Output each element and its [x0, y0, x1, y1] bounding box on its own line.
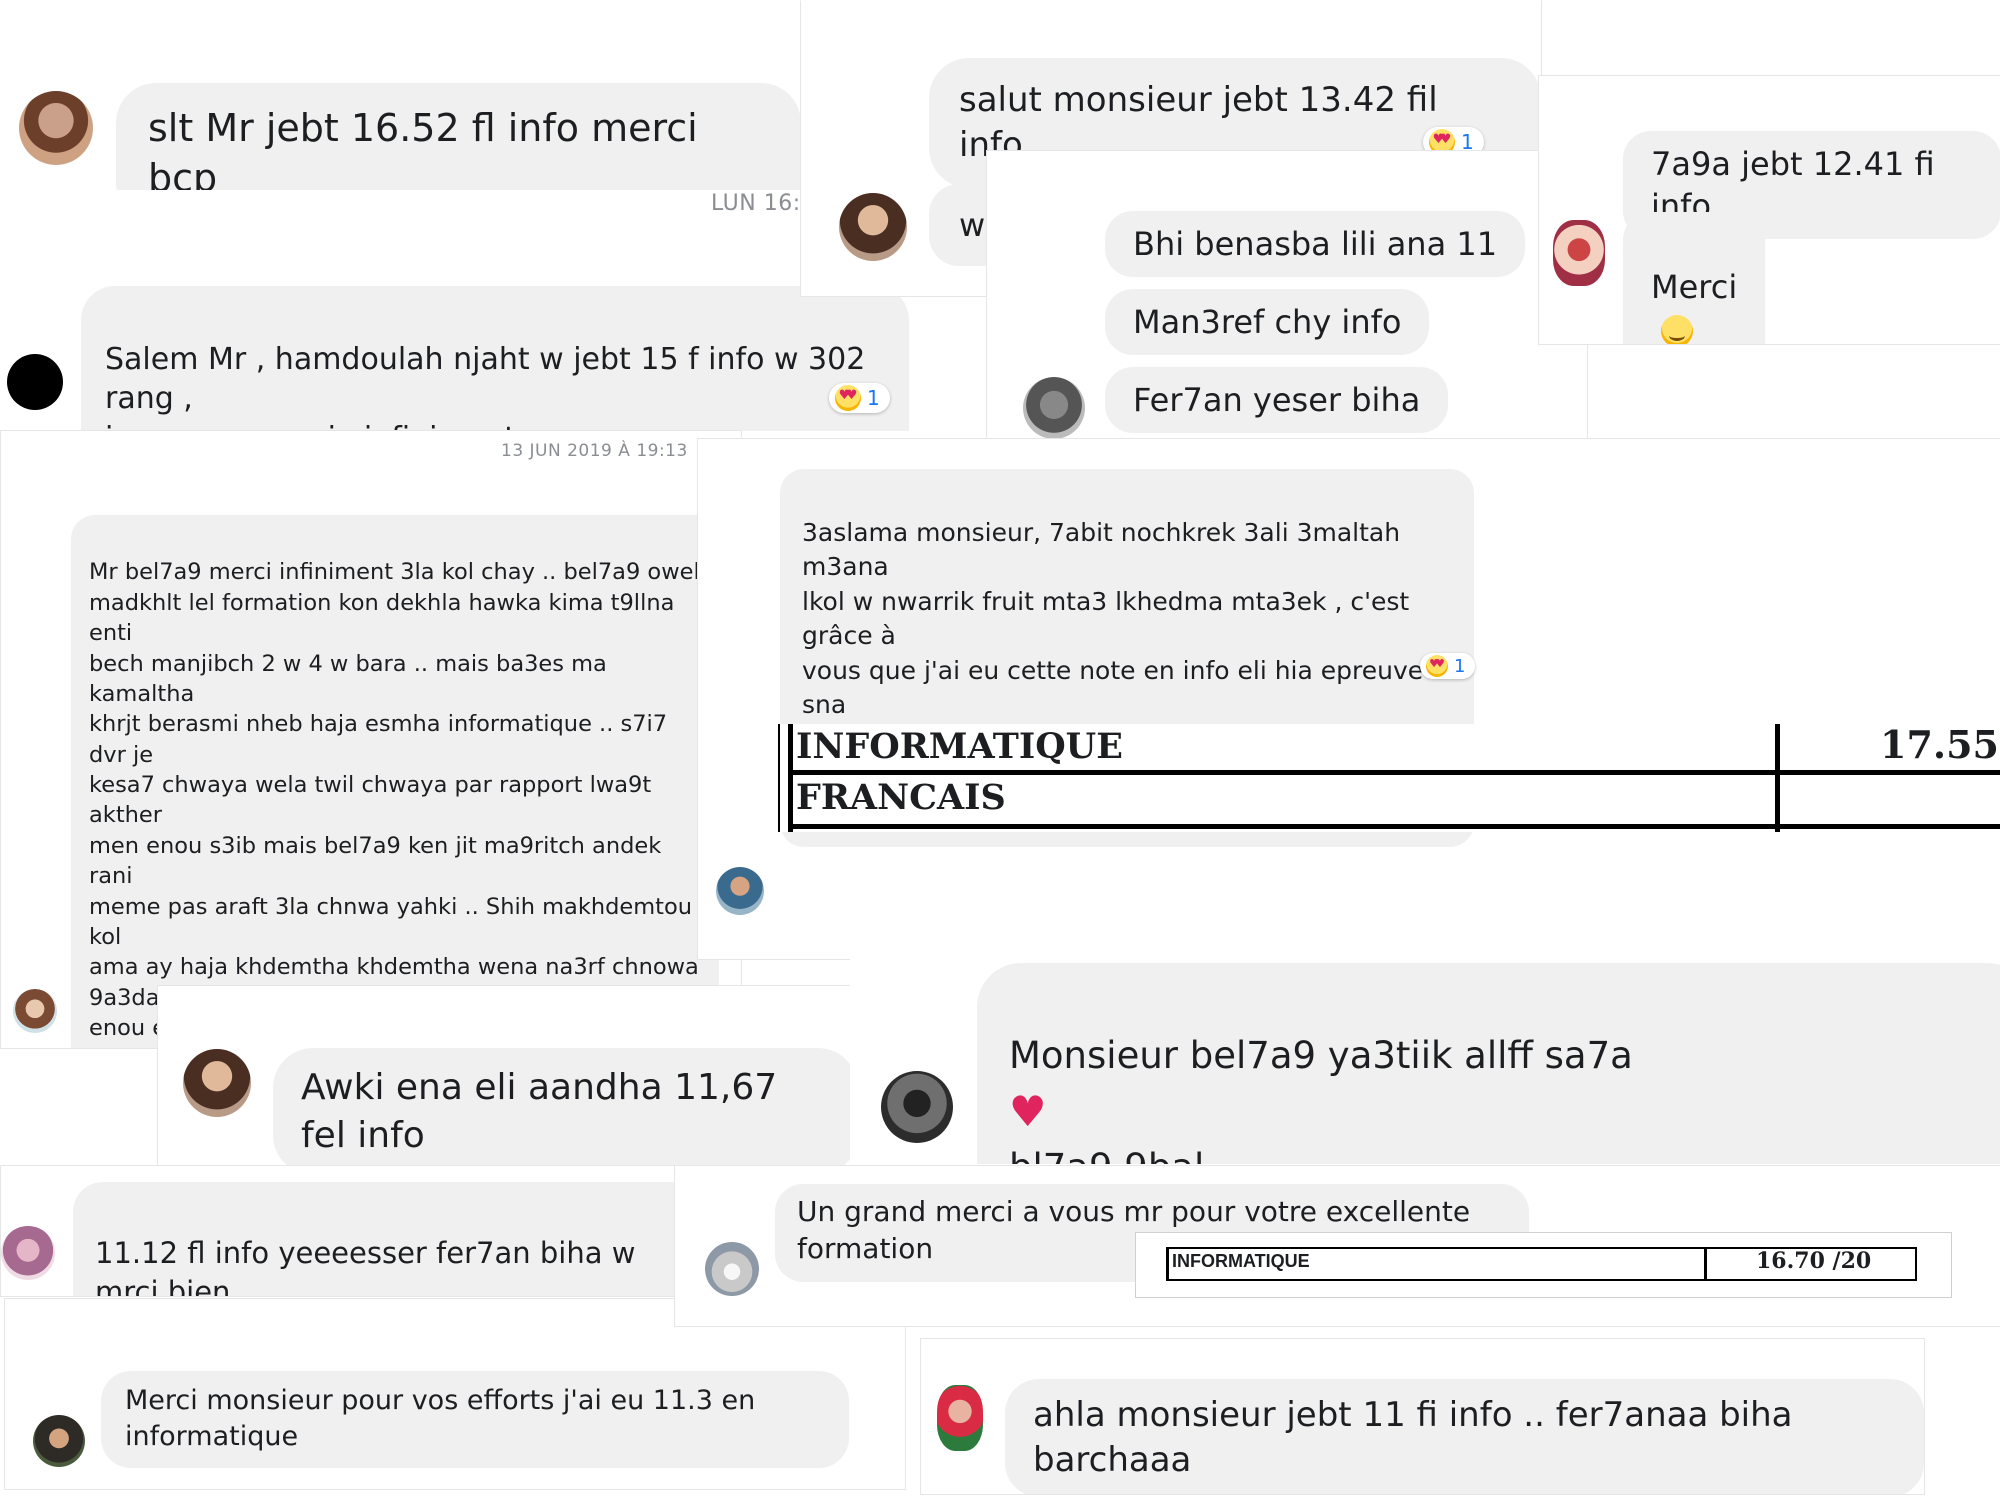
message-card-5: 11.12 fl info yeeeesser fer7an biha w mr…: [0, 1165, 702, 1297]
message-bubble[interactable]: Merci monsieur pour vos efforts j'ai eu …: [101, 1371, 849, 1469]
message-bubble[interactable]: Fer7an yeser biha: [1105, 367, 1449, 434]
message-text: Monsieur bel7a9 ya3tiik allff sa7a: [1009, 1033, 1633, 1077]
heart-icon: ♥: [1009, 1087, 1047, 1137]
grade-table-image[interactable]: INFORMATIQUE 16.70 /20: [1135, 1232, 1952, 1298]
message-card-2: LUN 16:2 Salem Mr , hamdoulah njaht w je…: [0, 190, 922, 432]
message-text: Merci: [1651, 268, 1738, 307]
message-card-11: Monsieur bel7a9 ya3tiik allff sa7a ♥ bl7…: [850, 958, 2000, 1165]
message-card-9: 7a9a jebt 12.41 fi info Merci: [1538, 75, 2000, 345]
sender-avatar[interactable]: [881, 1071, 953, 1143]
reaction-count: 1: [1454, 655, 1466, 677]
message-card-1: slt Mr jebt 16.52 fl info merci bcp: [0, 0, 802, 192]
message-bubble[interactable]: Man3ref chy info: [1105, 289, 1430, 356]
message-bubble[interactable]: Awki ena eli aandha 11,67 fel info: [273, 1048, 858, 1176]
sender-avatar[interactable]: [937, 1385, 983, 1451]
sender-avatar[interactable]: [1, 1226, 55, 1280]
message-card-3: 13 JUN 2019 À 19:13 Mr bel7a9 merci infi…: [0, 430, 742, 1049]
sender-avatar[interactable]: [183, 1049, 251, 1117]
heart-eyes-emoji-icon: [835, 385, 861, 411]
reaction-count: 1: [867, 386, 880, 410]
sender-avatar[interactable]: [7, 354, 63, 410]
message-card-10: 3aslama monsieur, 7abit nochkrek 3ali 3m…: [697, 438, 2000, 960]
message-bubble[interactable]: Mr bel7a9 merci infiniment 3la kol chay …: [71, 515, 719, 1048]
message-bubble[interactable]: ahla monsieur jebt 11 fi info .. fer7ana…: [1005, 1379, 1924, 1494]
message-bubble[interactable]: Monsieur bel7a9 ya3tiik allff sa7a ♥ bl7…: [977, 963, 2000, 1164]
message-text: bl7a9 9bal mana3ml formation kont nulle …: [1009, 1146, 1932, 1164]
message-card-13: ahla monsieur jebt 11 fi info .. fer7ana…: [920, 1338, 1925, 1495]
sender-avatar[interactable]: [716, 867, 764, 915]
grade-subject: INFORMATIQUE: [796, 726, 1123, 767]
table-border: [788, 824, 2000, 829]
message-timestamp: 13 JUN 2019 À 19:13: [501, 441, 688, 461]
sender-avatar[interactable]: [839, 193, 907, 261]
message-card-12: Un grand merci a vous mr pour votre exce…: [674, 1165, 2000, 1327]
sender-avatar[interactable]: [1023, 377, 1085, 439]
message-bubble[interactable]: Bhi benasba lili ana 11: [1105, 211, 1526, 278]
message-bubble[interactable]: 11.12 fl info yeeeesser fer7an biha w mr…: [73, 1182, 701, 1297]
table-border: [1704, 1247, 1707, 1281]
message-text: Salem Mr , hamdoulah njaht w jebt 15 f i…: [105, 341, 866, 431]
sender-avatar[interactable]: [705, 1242, 759, 1296]
grade-row: FRANCAIS: [780, 775, 2000, 824]
message-bubble[interactable]: Merci: [1623, 212, 1766, 344]
grade-subject: FRANCAIS: [796, 777, 1006, 818]
grade-row: INFORMATIQUE 17.55 /: [780, 722, 2000, 770]
grade-subject: INFORMATIQUE: [1172, 1251, 1310, 1271]
smiling-emoji-icon: [1661, 315, 1693, 344]
sender-avatar[interactable]: [33, 1415, 85, 1467]
reaction-badge[interactable]: 1: [1420, 653, 1476, 679]
message-card-4: Awki ena eli aandha 11,67 fel info: [157, 985, 859, 1177]
grade-score: 16.70 /20: [1756, 1248, 1872, 1274]
sender-avatar[interactable]: [19, 91, 93, 165]
heart-eyes-emoji-icon: [1426, 655, 1448, 677]
message-bubble[interactable]: Salem Mr , hamdoulah njaht w jebt 15 f i…: [81, 286, 909, 431]
message-text: 11.12 fl info yeeeesser fer7an biha w mr…: [95, 1236, 636, 1297]
reaction-badge[interactable]: 1: [829, 383, 890, 413]
sender-avatar[interactable]: [13, 989, 57, 1033]
message-text: Mr bel7a9 merci infiniment 3la kol chay …: [89, 559, 700, 1048]
message-bubble[interactable]: slt Mr jebt 16.52 fl info merci bcp: [116, 83, 801, 191]
grade-score: 17.55 /: [1880, 722, 2000, 767]
grade-table-image[interactable]: INFORMATIQUE 17.55 / FRANCAIS: [778, 722, 2000, 832]
sender-avatar[interactable]: [1553, 220, 1605, 286]
message-card-8: Bhi benasba lili ana 11 Man3ref chy info…: [986, 150, 1588, 444]
